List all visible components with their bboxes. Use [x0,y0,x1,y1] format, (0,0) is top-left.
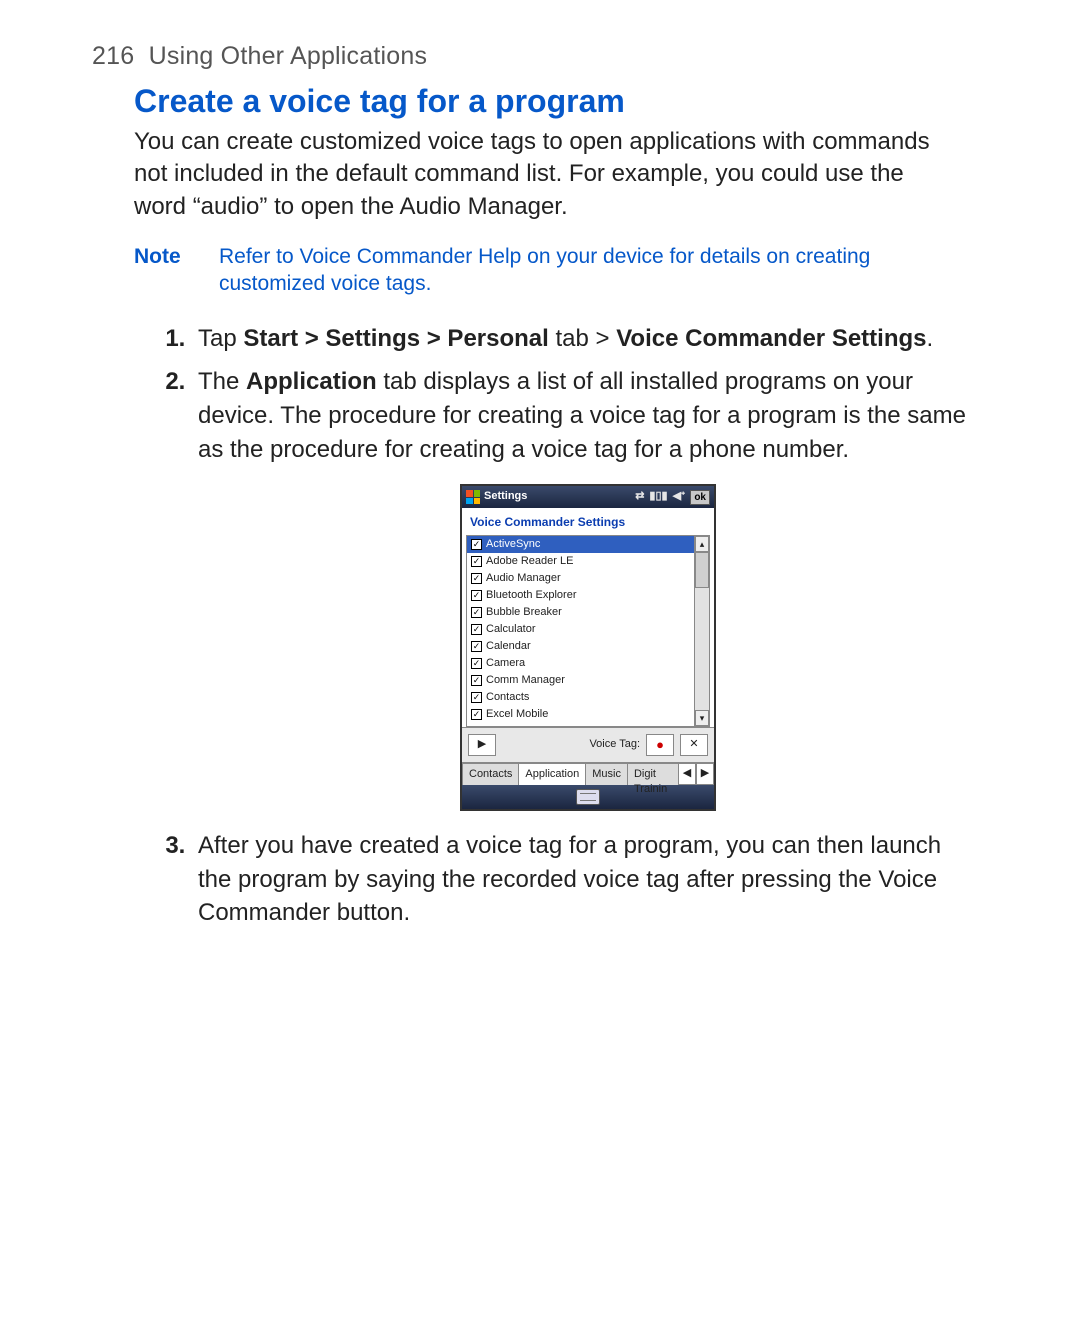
page-number: 216 [92,42,134,70]
delete-button[interactable]: ✕ [680,734,708,756]
list-column: ✓ActiveSync ✓Adobe Reader LE ✓Audio Mana… [467,536,694,726]
scroll-up-button[interactable]: ▴ [695,536,709,552]
record-button[interactable]: ● [646,734,674,756]
list-item[interactable]: ✓Bluetooth Explorer [467,587,694,604]
checkbox-icon[interactable]: ✓ [471,624,482,635]
checkbox-icon[interactable]: ✓ [471,709,482,720]
titlebar-text: Settings [484,489,527,504]
step-2: The Application tab displays a list of a… [192,365,978,811]
scrollbar[interactable]: ▴ ▾ [694,536,709,726]
device-screenshot: Settings ⇄ ▮▯▮ ◀ᐩ ok Voice Commander Set… [198,484,978,811]
list-item[interactable]: ✓Audio Manager [467,570,694,587]
checkbox-icon[interactable]: ✓ [471,675,482,686]
checkbox-icon[interactable]: ✓ [471,556,482,567]
list-item[interactable]: ✓ActiveSync [467,536,694,553]
list-item[interactable]: ✓Comm Manager [467,672,694,689]
pda-screen: Settings ⇄ ▮▯▮ ◀ᐩ ok Voice Commander Set… [460,484,716,811]
signal-icon: ▮▯▮ [649,489,667,504]
volume-icon: ◀ᐩ [673,489,686,504]
scroll-thumb[interactable] [695,552,709,588]
voice-tag-toolbar: ▶ Voice Tag: ● ✕ [462,727,714,762]
ok-button[interactable]: ok [690,490,710,505]
checkbox-icon[interactable]: ✓ [471,692,482,703]
tab-bar: Contacts Application Music Digit Trainin… [462,762,714,785]
tab-music[interactable]: Music [585,763,628,785]
checkbox-icon[interactable]: ✓ [471,658,482,669]
list-item[interactable]: ✓Excel Mobile [467,706,694,723]
intro-paragraph: You can create customized voice tags to … [134,126,954,223]
play-button[interactable]: ▶ [468,734,496,756]
bottom-bar [462,785,714,809]
application-list: ✓ActiveSync ✓Adobe Reader LE ✓Audio Mana… [466,535,710,727]
status-area: ⇄ ▮▯▮ ◀ᐩ ok [635,489,710,504]
settings-subheader: Voice Commander Settings [462,508,714,533]
page-title: Create a voice tag for a program [134,83,990,120]
tab-application[interactable]: Application [518,763,586,785]
sync-icon: ⇄ [635,489,644,504]
list-item[interactable]: ✓Calendar [467,638,694,655]
note-text: Refer to Voice Commander Help on your de… [219,243,914,298]
step-1: Tap Start > Settings > Personal tab > Vo… [192,322,978,356]
document-page: 216 Using Other Applications Create a vo… [0,0,1080,1327]
titlebar: Settings ⇄ ▮▯▮ ◀ᐩ ok [462,486,714,508]
list-item[interactable]: ✓Adobe Reader LE [467,553,694,570]
note-block: Note Refer to Voice Commander Help on yo… [134,243,914,298]
checkbox-icon[interactable]: ✓ [471,641,482,652]
tab-digit-training[interactable]: Digit Trainin [627,763,679,785]
step-3: After you have created a voice tag for a… [192,829,978,930]
steps-list: Tap Start > Settings > Personal tab > Vo… [134,322,990,930]
record-icon: ● [656,736,664,754]
tab-contacts[interactable]: Contacts [462,763,519,785]
checkbox-icon[interactable]: ✓ [471,573,482,584]
tab-scroll-left-button[interactable]: ◀ [678,763,696,785]
checkbox-icon[interactable]: ✓ [471,607,482,618]
list-item[interactable]: ✓Camera [467,655,694,672]
checkbox-icon[interactable]: ✓ [471,539,482,550]
section-title: Using Other Applications [149,42,428,70]
keyboard-icon[interactable] [576,789,600,805]
page-header: 216 Using Other Applications [92,42,990,71]
checkbox-icon[interactable]: ✓ [471,590,482,601]
tab-scroll-right-button[interactable]: ▶ [696,763,714,785]
voice-tag-label: Voice Tag: [589,737,640,752]
windows-logo-icon [466,490,480,504]
list-item[interactable]: ✓Bubble Breaker [467,604,694,621]
scroll-down-button[interactable]: ▾ [695,710,709,726]
note-label: Note [134,243,219,298]
list-item[interactable]: ✓Calculator [467,621,694,638]
list-item[interactable]: ✓Contacts [467,689,694,706]
